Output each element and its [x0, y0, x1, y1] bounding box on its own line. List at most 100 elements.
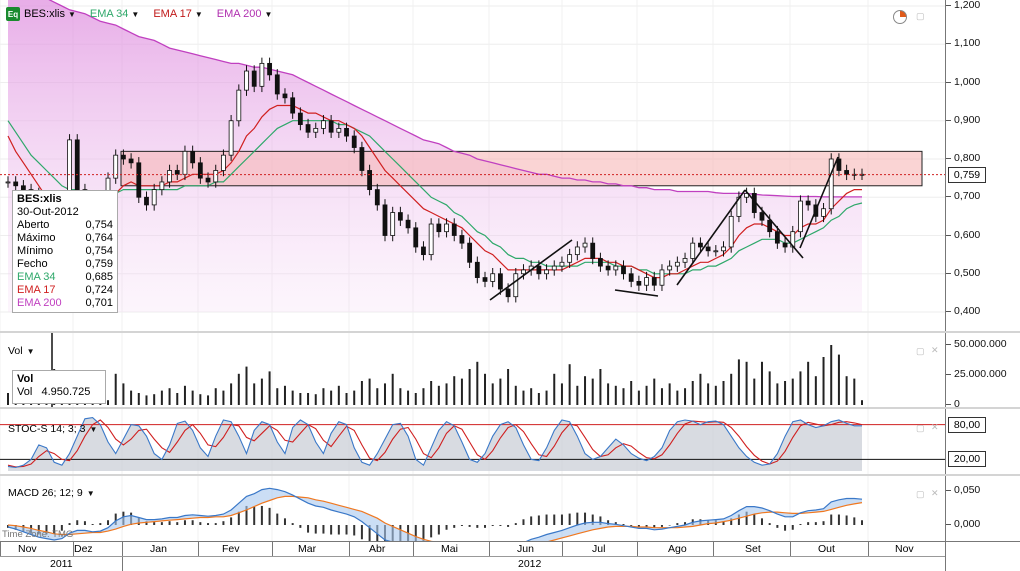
candle-body [590, 242, 596, 259]
macd-histogram-bar [484, 525, 487, 528]
close-icon[interactable]: ✕ [931, 345, 939, 356]
volume-bar [799, 371, 802, 405]
volume-bar [445, 383, 448, 405]
month-label: Mar [298, 543, 317, 555]
volume-bar [791, 378, 794, 405]
chevron-down-icon[interactable]: ▼ [87, 489, 95, 498]
volume-bar [837, 354, 840, 405]
macd-histogram-bar [430, 525, 433, 538]
month-label: Nov [18, 543, 37, 555]
volume-bar [383, 383, 386, 405]
macd-histogram-bar [260, 505, 263, 525]
macd-histogram-bar [268, 507, 271, 525]
macd-histogram-bar [622, 524, 625, 525]
stochastic-selector[interactable]: STOC-S 14; 3; 3 ▼ [8, 423, 97, 435]
volume-bar [168, 388, 171, 405]
month-label: Abr [369, 543, 386, 555]
chevron-down-icon[interactable]: ▼ [89, 425, 97, 434]
volume-panel[interactable]: Vol ▼ ▢ ✕ [0, 333, 945, 407]
chevron-down-icon[interactable]: ▼ [27, 347, 35, 356]
volume-bar [260, 378, 263, 405]
candle-body [836, 158, 842, 171]
volume-bar [414, 393, 417, 405]
volume-bar [853, 378, 856, 405]
volume-bar [476, 361, 479, 405]
volume-bar [784, 381, 787, 405]
macd-histogram-bar [337, 525, 340, 535]
macd-histogram-bar [784, 525, 787, 531]
ema17-indicator[interactable]: EMA 17 ▼ [153, 8, 202, 20]
macd-panel[interactable]: MACD 26; 12; 9 ▼ ▢ ✕ [0, 476, 945, 541]
maximize-icon[interactable]: ▢ [916, 11, 925, 22]
chevron-down-icon[interactable]: ▼ [264, 10, 272, 19]
info-row-value: 0,759 [85, 258, 113, 270]
price-panel[interactable]: Eq BES:xlis ▼ EMA 34 ▼ EMA 17 ▼ EMA 200 ▼ ▢ … [0, 0, 945, 331]
month-separator [122, 542, 123, 556]
macd-histogram-bar [191, 520, 194, 525]
candle-body [13, 181, 19, 187]
chevron-down-icon[interactable]: ▼ [195, 10, 203, 19]
timezone-label: Time Zone: TMG [2, 529, 74, 540]
month-separator [790, 542, 791, 556]
macd-selector[interactable]: MACD 26; 12; 9 ▼ [8, 487, 95, 499]
price-tick: 1,200 [946, 0, 981, 11]
close-icon[interactable]: ✕ [931, 488, 939, 499]
macd-histogram-bar [468, 525, 471, 527]
volume-bar [753, 378, 756, 405]
volume-chart[interactable] [0, 333, 945, 407]
macd-histogram-bar [799, 524, 802, 525]
volume-selector[interactable]: Vol ▼ [8, 345, 35, 357]
macd-histogram-bar [207, 523, 210, 525]
candle-body [574, 246, 580, 256]
volume-bar [183, 385, 186, 405]
macd-histogram-bar [807, 522, 810, 525]
resistance-zone [120, 150, 923, 187]
candle-body [351, 135, 357, 148]
candle-body [228, 120, 234, 156]
volume-bar [653, 378, 656, 405]
chevron-down-icon[interactable]: ▼ [68, 10, 76, 19]
clock-icon[interactable] [893, 10, 907, 24]
candle-body [628, 273, 634, 282]
macd-histogram-bar [307, 525, 310, 533]
macd-histogram-bar [222, 521, 225, 525]
volume-bar [545, 390, 548, 405]
macd-chart[interactable] [0, 476, 945, 541]
volume-bar [722, 381, 725, 405]
ema200-indicator[interactable]: EMA 200 ▼ [217, 8, 273, 20]
volume-bar [507, 369, 510, 405]
volume-bar [122, 383, 125, 405]
macd-histogram-bar [499, 525, 502, 526]
candle-body [782, 242, 788, 248]
macd-histogram-bar [476, 525, 479, 528]
volume-bar [245, 366, 248, 405]
info-row-label: Mínimo [17, 245, 54, 257]
maximize-icon[interactable]: ▢ [916, 489, 925, 500]
chevron-down-icon[interactable]: ▼ [131, 10, 139, 19]
month-label: Jan [150, 543, 167, 555]
stochastic-axis: 80,00 20,00 [945, 409, 1020, 474]
volume-bar [814, 376, 817, 405]
close-icon[interactable]: ✕ [931, 422, 939, 433]
candle-body [121, 154, 126, 160]
stochastic-panel[interactable]: STOC-S 14; 3; 3 ▼ ▢ ✕ [0, 409, 945, 474]
symbol-selector[interactable]: BES:xlis ▼ [24, 8, 76, 20]
equity-icon[interactable]: Eq [6, 7, 20, 21]
maximize-icon[interactable]: ▢ [916, 346, 925, 357]
price-chart[interactable] [0, 0, 945, 331]
info-row: EMA 17 0,724 [17, 284, 113, 297]
volume-bar [345, 393, 348, 405]
volume-bar [207, 395, 210, 405]
ohlc-info-box: BES:xlis 30-Out-2012 Aberto 0,754 Máximo 0,… [12, 190, 118, 313]
volume-bar [422, 388, 425, 405]
volume-axis: 50.000.000 25.000.000 0 [945, 333, 1020, 407]
price-tick: 0,400 [946, 305, 981, 317]
candle-body [451, 223, 457, 236]
maximize-icon[interactable]: ▢ [916, 423, 925, 434]
stochastic-chart[interactable] [0, 409, 945, 474]
month-label: Jul [592, 543, 606, 555]
volume-bar [337, 385, 340, 405]
ema34-indicator[interactable]: EMA 34 ▼ [90, 8, 139, 20]
macd-histogram-bar [445, 525, 448, 530]
chart-toolbar: Eq BES:xlis ▼ EMA 34 ▼ EMA 17 ▼ EMA 200 ▼ [6, 7, 282, 21]
